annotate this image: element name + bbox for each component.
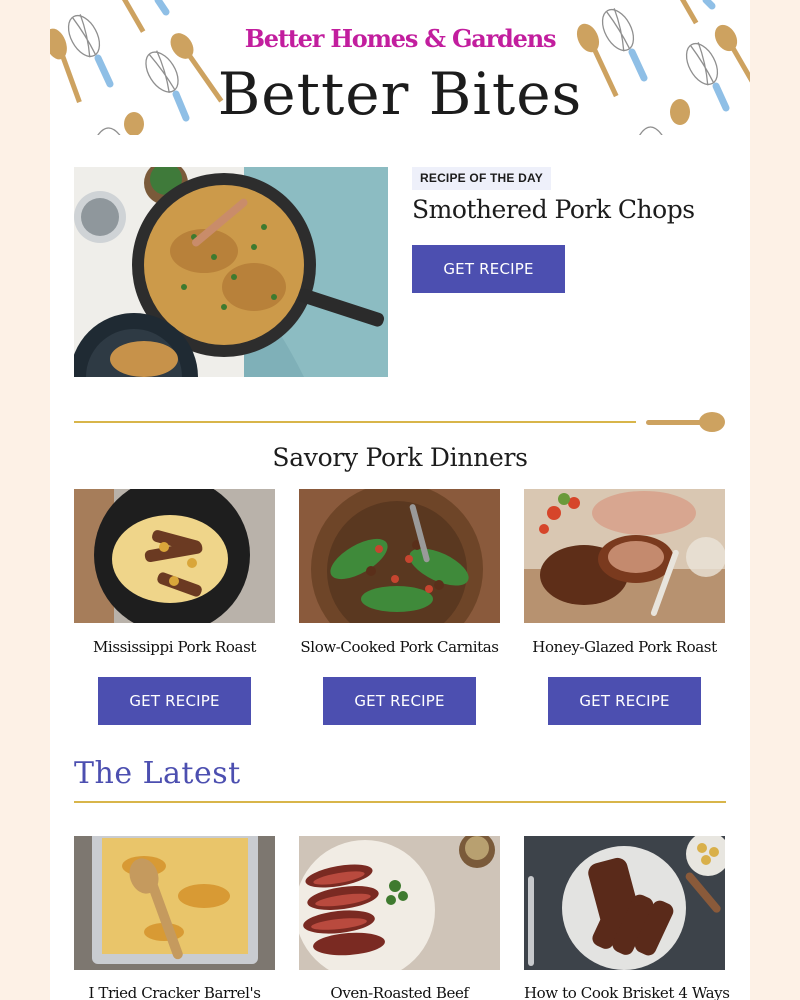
section-title-the-latest: The Latest [74, 756, 241, 791]
card-title-honey-glazed-pork-roast[interactable]: Honey-Glazed Pork Roast [524, 638, 725, 656]
latest-title-2[interactable]: Oven-Roasted Beef [299, 984, 500, 1000]
latest-image-3[interactable] [524, 836, 725, 970]
card-image-mississippi-pork-roast[interactable] [74, 489, 275, 623]
newsletter: Better Homes & Gardens Better Bites RECI… [50, 0, 750, 1000]
recipe-of-day-badge: RECIPE OF THE DAY [412, 167, 551, 190]
latest-image-2[interactable] [299, 836, 500, 970]
card-image-honey-glazed-pork-roast[interactable] [524, 489, 725, 623]
card-title-mississippi-pork-roast[interactable]: Mississippi Pork Roast [74, 638, 275, 656]
header-banner: Better Homes & Gardens Better Bites [50, 0, 750, 135]
latest-divider [74, 801, 726, 803]
section-title-pork-dinners: Savory Pork Dinners [272, 443, 528, 472]
latest-title-1[interactable]: I Tried Cracker Barrel's [74, 984, 275, 1000]
recipe-of-day-get-recipe-button[interactable]: GET RECIPE [412, 245, 565, 293]
latest-image-1[interactable] [74, 836, 275, 970]
recipe-of-day-title[interactable]: Smothered Pork Chops [412, 195, 695, 224]
brand-logo[interactable]: Better Homes & Gardens [50, 24, 750, 53]
wooden-spoon-icon [646, 412, 725, 432]
card-get-recipe-button-1[interactable]: GET RECIPE [98, 677, 251, 725]
section-divider [74, 421, 636, 423]
card-title-pork-carnitas[interactable]: Slow-Cooked Pork Carnitas [299, 638, 500, 656]
latest-title-3[interactable]: How to Cook Brisket 4 Ways [524, 984, 730, 1000]
card-image-pork-carnitas[interactable] [299, 489, 500, 623]
card-get-recipe-button-2[interactable]: GET RECIPE [323, 677, 476, 725]
card-get-recipe-button-3[interactable]: GET RECIPE [548, 677, 701, 725]
recipe-of-day-image[interactable] [74, 167, 388, 377]
newsletter-title: Better Bites [217, 60, 583, 128]
